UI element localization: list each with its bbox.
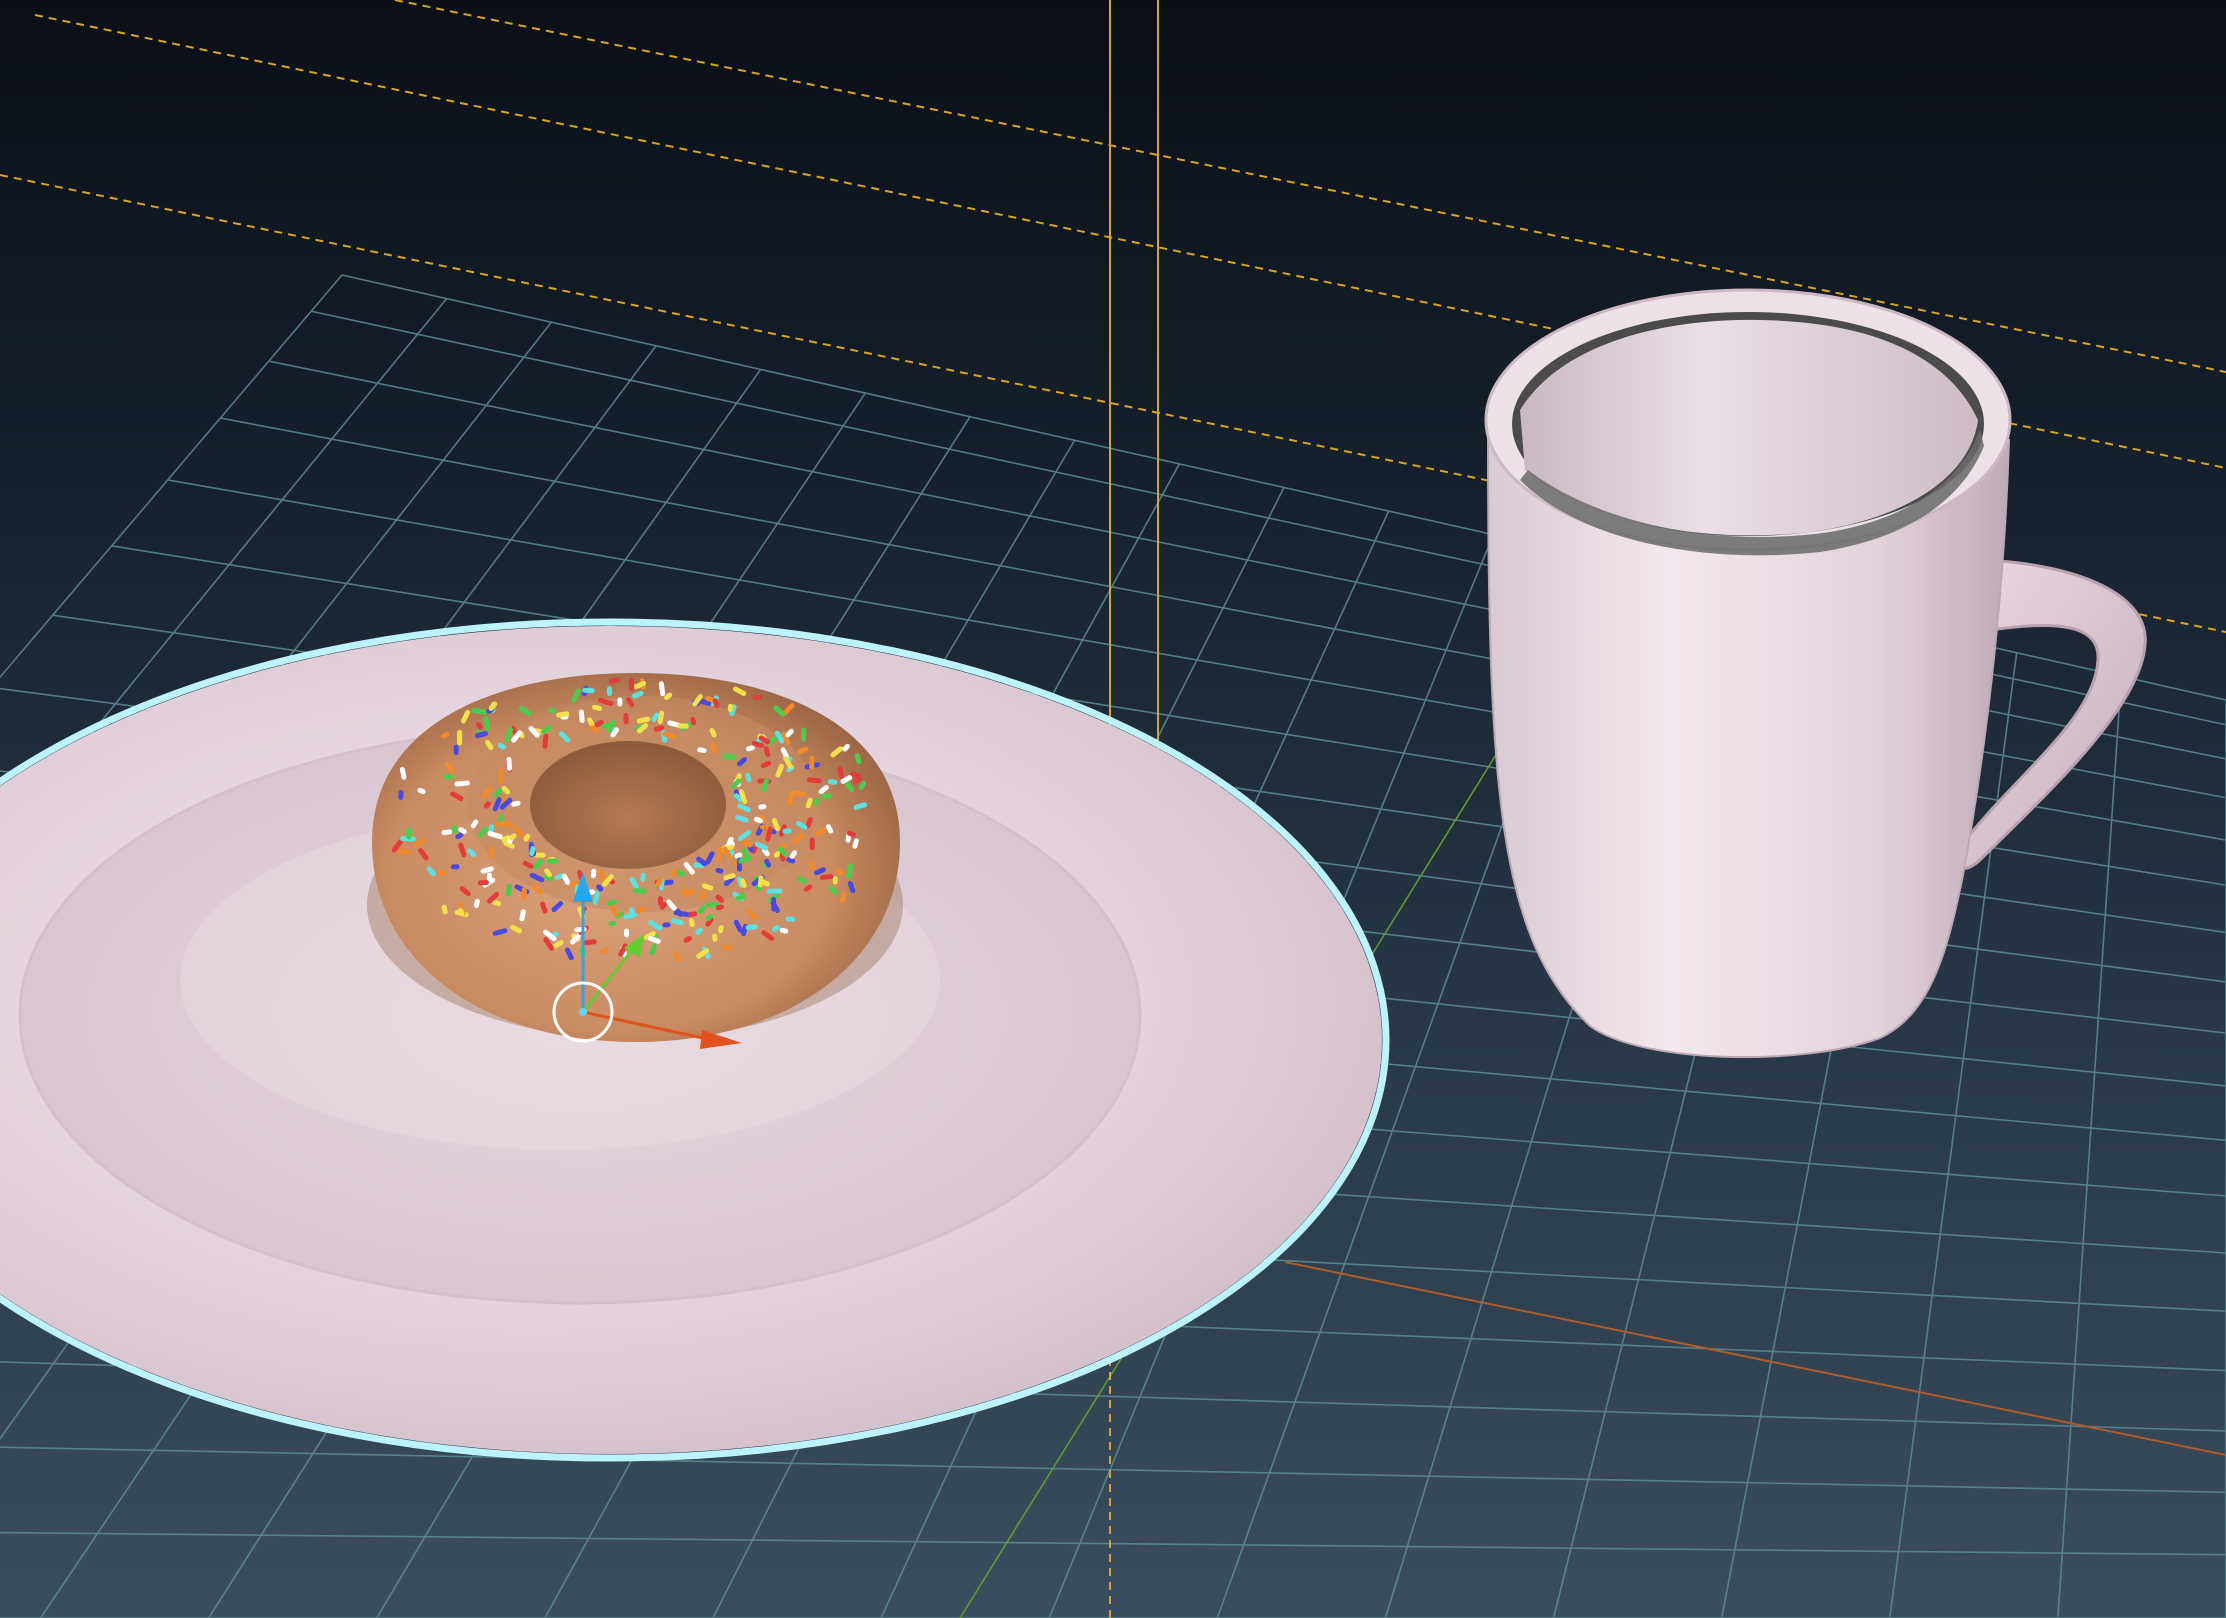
- scene-canvas[interactable]: [0, 0, 2226, 1618]
- gizmo-pivot-dot: [579, 1008, 587, 1016]
- 3d-viewport[interactable]: [0, 0, 2226, 1618]
- donut-object[interactable]: [367, 673, 903, 1042]
